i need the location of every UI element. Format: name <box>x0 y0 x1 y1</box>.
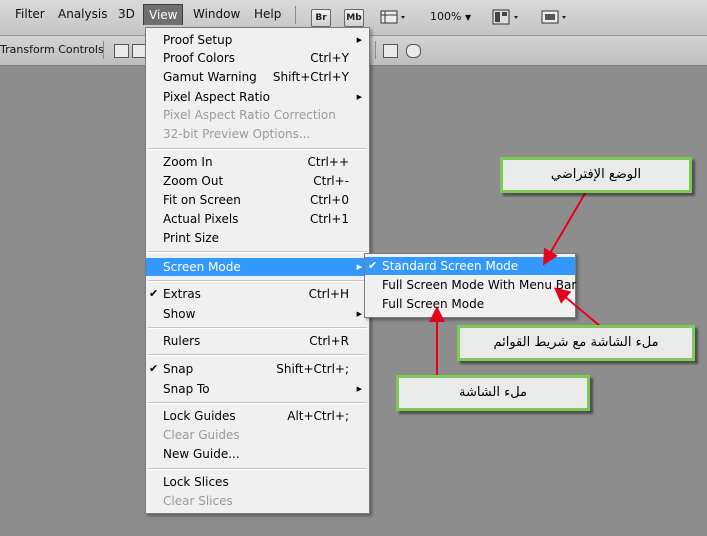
distribute-icon[interactable] <box>383 44 398 58</box>
annotation-standard-mode: الوضع الإفتراضي <box>500 157 692 193</box>
menu-item-proof-colors[interactable]: Proof Colors Ctrl+Y <box>146 49 369 67</box>
chevron-right-icon: ▶ <box>356 93 362 101</box>
align-top-icon[interactable] <box>114 44 129 58</box>
menu-item-snap[interactable]: ✔ Snap Shift+Ctrl+; <box>146 360 369 378</box>
menu-item-show[interactable]: Show ▶ <box>146 305 369 323</box>
auto-align-icon[interactable] <box>406 44 421 58</box>
zoom-level-value: 100% <box>430 10 462 23</box>
checkmark-icon: ✔ <box>368 259 378 272</box>
menu-analysis[interactable]: Analysis <box>53 4 112 24</box>
menu-item-fit-on-screen[interactable]: Fit on Screen Ctrl+0 <box>146 191 369 209</box>
chevron-right-icon: ▶ <box>356 310 362 318</box>
transform-controls-checkbox[interactable]: Transform Controls <box>0 43 104 56</box>
extras-dropdown[interactable] <box>380 8 410 26</box>
annotation-arrow <box>542 189 588 266</box>
menu-item-clear-slices: Clear Slices <box>163 494 233 508</box>
menu-3d[interactable]: 3D <box>113 4 140 24</box>
zoom-level-dropdown[interactable]: 100% ▼ <box>430 8 471 26</box>
chevron-right-icon: ▶ <box>356 385 362 393</box>
menu-item-pixel-aspect-ratio-correction: Pixel Aspect Ratio Correction <box>163 108 336 122</box>
menu-separator <box>148 280 367 282</box>
chevron-down-icon: ▼ <box>464 13 472 22</box>
screen-mode-submenu: ✔ Standard Screen Mode Full Screen Mode … <box>364 253 576 318</box>
menu-item-print-size[interactable]: Print Size <box>146 229 369 247</box>
menubar-divider <box>295 6 296 24</box>
screen-mode-icon <box>541 10 566 24</box>
view-menu: Proof Setup ▶ Proof Colors Ctrl+Y Gamut … <box>145 27 370 514</box>
submenu-item-full-screen-with-menu-bar[interactable]: Full Screen Mode With Menu Bar <box>365 276 576 294</box>
menu-view[interactable]: View <box>143 4 184 25</box>
menu-item-actual-pixels[interactable]: Actual Pixels Ctrl+1 <box>146 210 369 228</box>
bridge-button[interactable]: Br <box>311 9 331 27</box>
submenu-item-standard-screen-mode[interactable]: ✔ Standard Screen Mode <box>365 257 575 275</box>
menu-separator <box>148 148 367 150</box>
menu-separator <box>148 354 367 356</box>
chevron-right-icon: ▶ <box>356 36 362 44</box>
menu-help[interactable]: Help <box>249 4 286 24</box>
menu-item-32bit-preview: 32-bit Preview Options... <box>163 127 311 141</box>
menu-filter[interactable]: Filter <box>10 4 50 24</box>
menu-item-lock-slices[interactable]: Lock Slices <box>146 473 369 491</box>
view-extras-icon <box>380 10 405 24</box>
chevron-down-icon <box>401 16 405 19</box>
menu-separator <box>148 251 367 253</box>
menu-item-proof-setup[interactable]: Proof Setup ▶ <box>146 31 369 49</box>
annotation-full-screen: ملء الشاشة <box>396 375 590 411</box>
menu-item-zoom-out[interactable]: Zoom Out Ctrl+- <box>146 172 369 190</box>
annotation-full-with-menu: ملء الشاشة مع شريط القوائم <box>457 325 695 361</box>
mini-bridge-button[interactable]: Mb <box>344 9 364 27</box>
arrange-documents-icon <box>492 9 518 25</box>
menu-separator <box>148 468 367 470</box>
optbar-divider <box>103 41 104 59</box>
menu-item-gamut-warning[interactable]: Gamut Warning Shift+Ctrl+Y <box>146 68 369 86</box>
menu-item-lock-guides[interactable]: Lock Guides Alt+Ctrl+; <box>146 407 369 425</box>
arrange-documents-dropdown[interactable] <box>492 8 524 26</box>
menu-item-new-guide[interactable]: New Guide... <box>146 445 369 463</box>
menu-item-pixel-aspect-ratio[interactable]: Pixel Aspect Ratio ▶ <box>146 88 369 106</box>
menu-item-extras[interactable]: ✔ Extras Ctrl+H <box>146 285 369 303</box>
optbar-divider <box>375 41 376 59</box>
transform-controls-label: Transform Controls <box>0 43 104 56</box>
menu-item-rulers[interactable]: Rulers Ctrl+R <box>146 332 369 350</box>
menu-item-screen-mode[interactable]: Screen Mode ▶ <box>146 258 369 276</box>
menu-window[interactable]: Window <box>188 4 245 24</box>
chevron-right-icon: ▶ <box>356 263 362 271</box>
menu-item-snap-to[interactable]: Snap To ▶ <box>146 380 369 398</box>
screen-mode-dropdown[interactable] <box>540 8 572 26</box>
submenu-item-full-screen-mode[interactable]: Full Screen Mode <box>365 295 575 313</box>
checkmark-icon: ✔ <box>149 287 159 300</box>
menu-separator <box>148 402 367 404</box>
menu-item-zoom-in[interactable]: Zoom In Ctrl++ <box>146 153 369 171</box>
menu-item-clear-guides: Clear Guides <box>163 428 240 442</box>
checkmark-icon: ✔ <box>149 362 159 375</box>
menu-separator <box>148 327 367 329</box>
